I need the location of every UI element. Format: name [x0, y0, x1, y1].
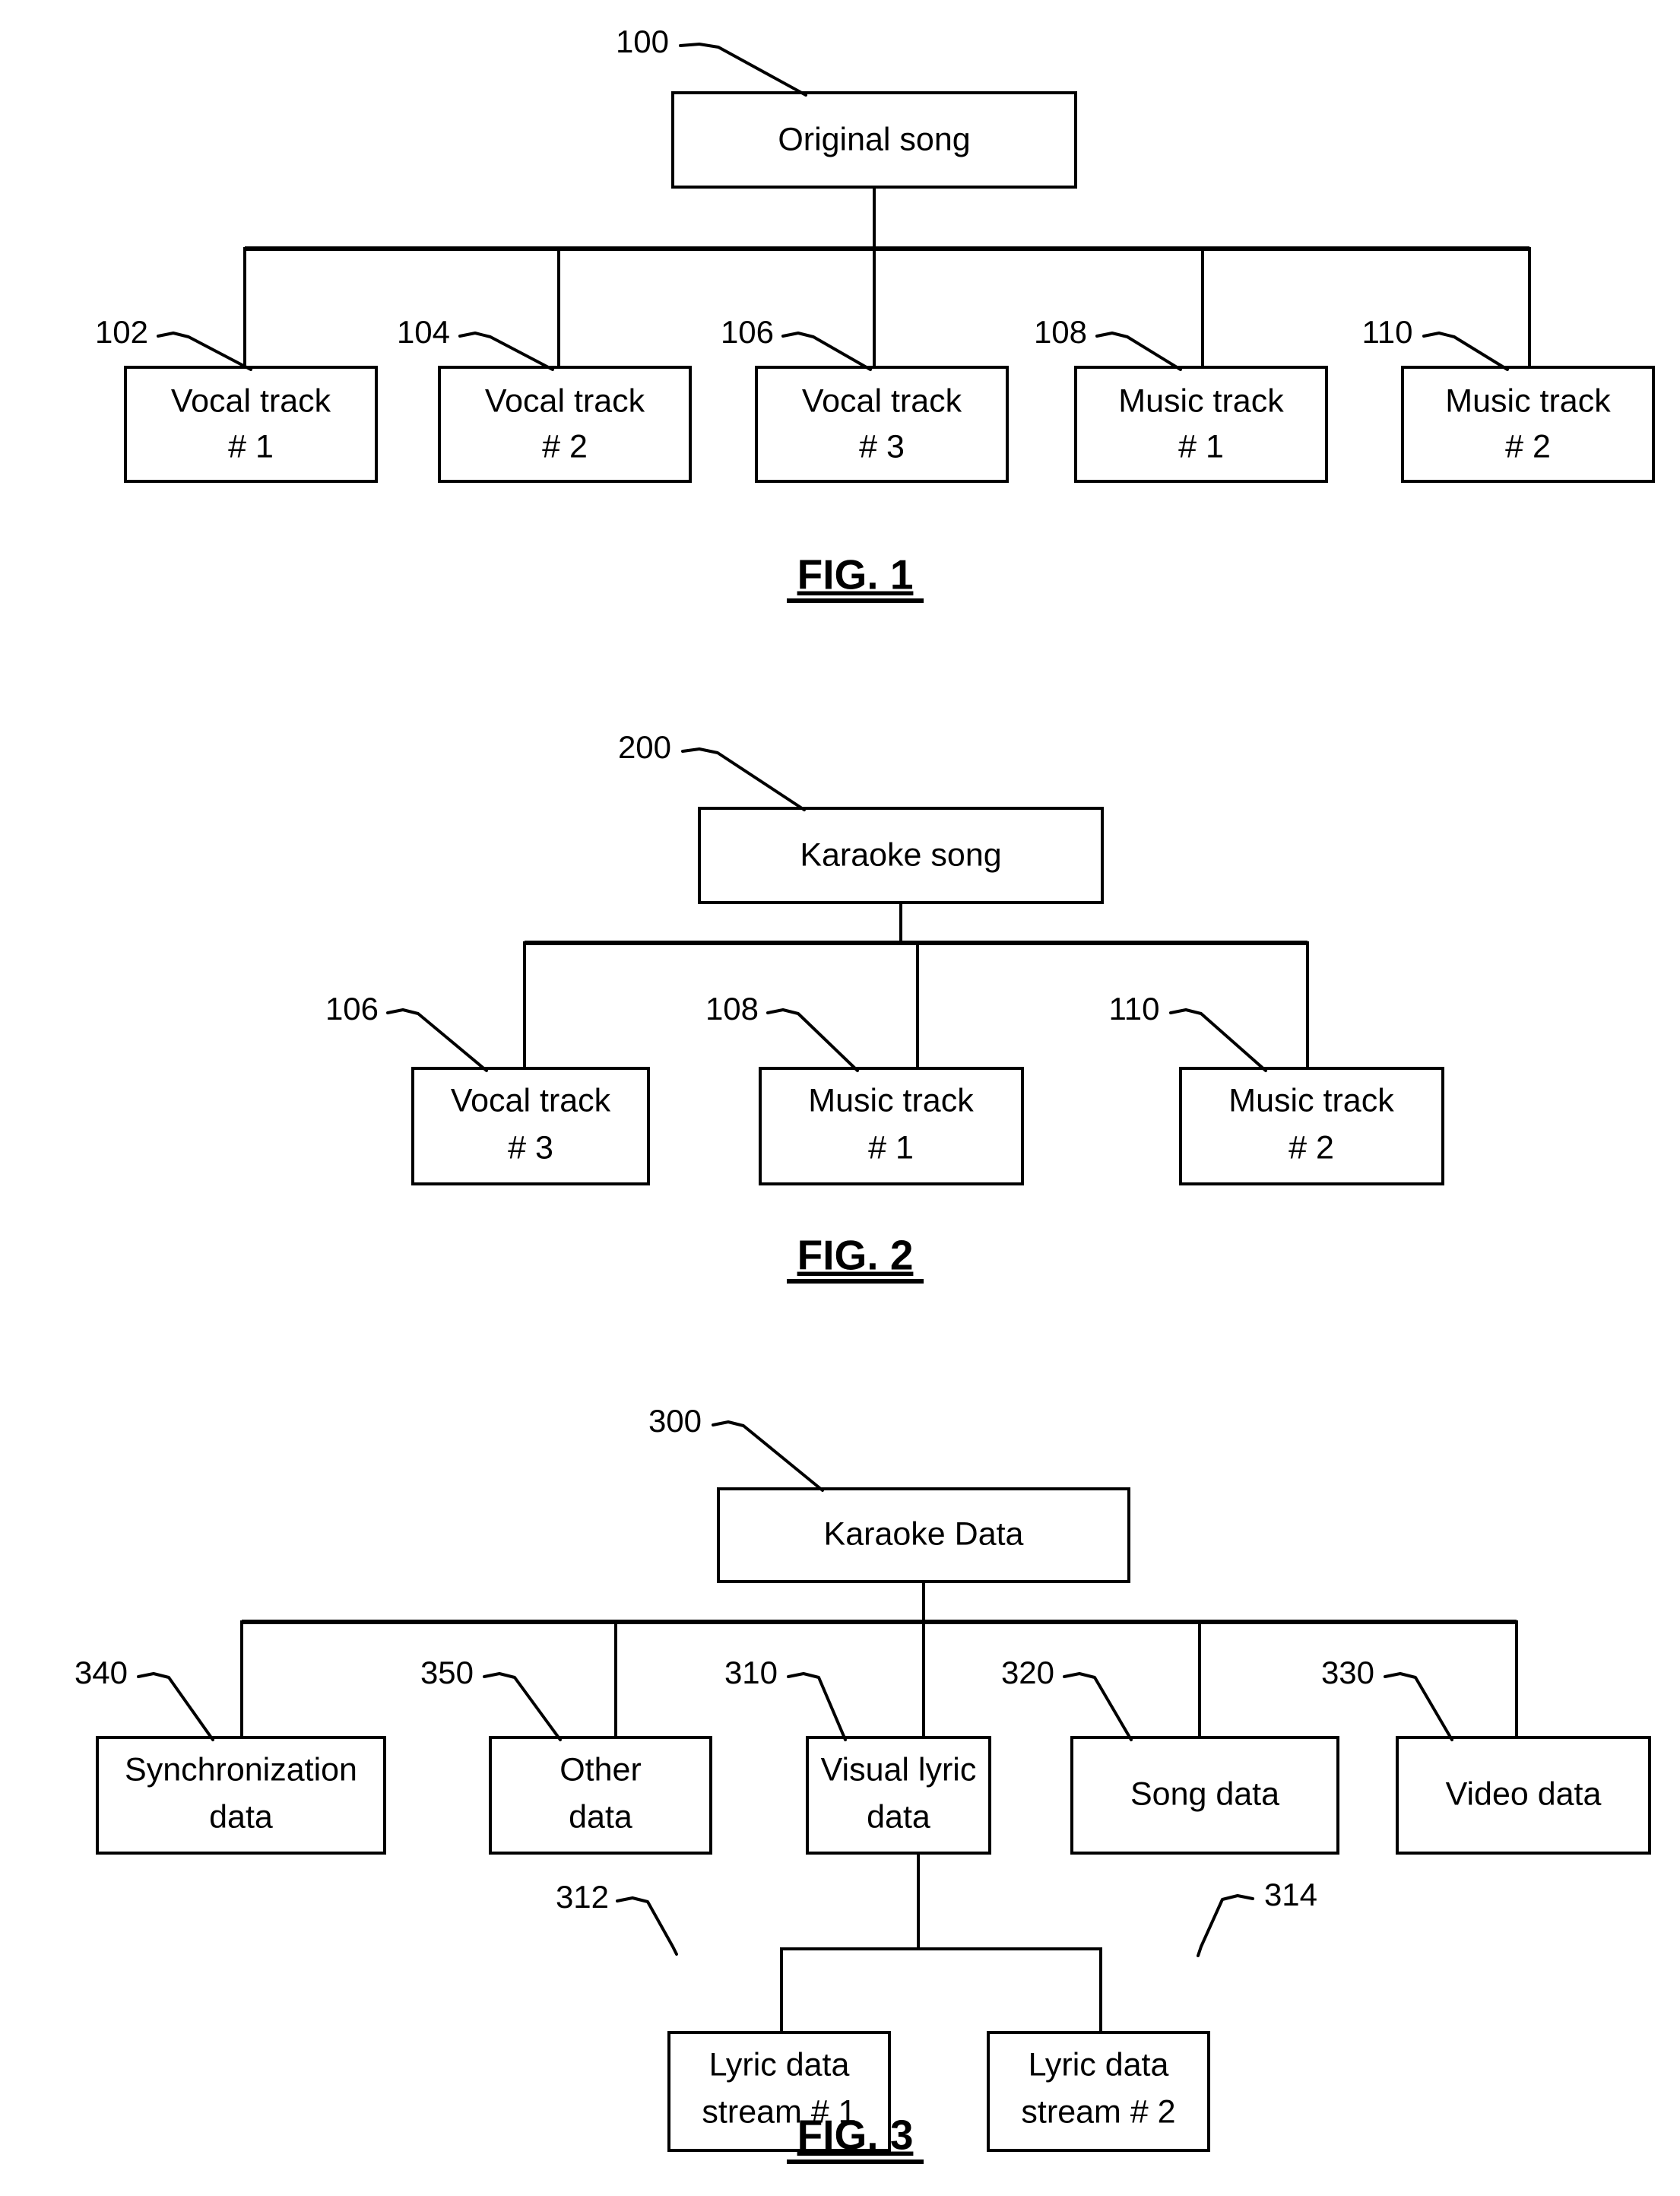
node-label-other-data-line1: Other — [559, 1751, 642, 1788]
fig1-child-104: Vocal track # 2 104 — [397, 314, 692, 483]
fig1-child-110: Music track # 2 110 — [1362, 314, 1655, 483]
fig3-grandchild-314: Lyric data stream # 2 314 — [987, 1877, 1317, 2152]
fig1-root-node: Original song — [671, 91, 1077, 189]
ref-number-310: 310 — [724, 1655, 778, 1690]
ref-number-106: 106 — [721, 314, 774, 350]
node-label-song-data: Song data — [1130, 1776, 1279, 1812]
leader-line-320 — [1063, 1672, 1133, 1741]
ref-number-110: 110 — [1362, 314, 1413, 350]
node-label-music-track-2-line1: Music track — [1445, 382, 1611, 419]
leader-line-fig2-106 — [386, 1008, 488, 1072]
leader-line-312 — [616, 1896, 678, 1956]
fig3-caption: FIG. 3 — [787, 2112, 924, 2164]
leader-line-200 — [681, 747, 806, 811]
node-label-original-song: Original song — [778, 121, 970, 157]
node-label-other-data-line2: data — [569, 1798, 632, 1835]
fig3-child-320: Song data 320 — [1001, 1655, 1339, 1855]
node-label-vocal-track-1-line1: Vocal track — [171, 382, 331, 419]
leader-line-340 — [137, 1672, 214, 1741]
node-label-video-data: Video data — [1446, 1776, 1602, 1812]
leader-line-108 — [1095, 332, 1182, 371]
node-label-fig2-music-track-1-line1: Music track — [808, 1082, 974, 1119]
leader-line-102 — [157, 332, 252, 371]
node-label-fig2-music-track-2-line2: # 2 — [1289, 1129, 1334, 1166]
ref-number-102: 102 — [95, 314, 148, 350]
ref-number-340: 340 — [74, 1655, 128, 1690]
fig2-caption: FIG. 2 — [787, 1232, 924, 1284]
fig3-child-340: Synchronization data 340 — [74, 1655, 386, 1855]
leader-line-106 — [781, 332, 872, 371]
leader-line-310 — [787, 1672, 847, 1741]
fig3-child-350: Other data 350 — [420, 1655, 712, 1855]
ref-number-200: 200 — [618, 729, 671, 765]
ref-number-108: 108 — [1034, 314, 1087, 350]
ref-number-fig2-110: 110 — [1109, 991, 1160, 1027]
leader-line-fig2-110 — [1169, 1008, 1267, 1072]
node-label-lyric-data-stream-2-line2: stream # 2 — [1021, 2093, 1175, 2130]
node-label-fig2-vocal-track-3-line1: Vocal track — [451, 1082, 611, 1119]
node-label-visual-lyric-data-line1: Visual lyric — [821, 1751, 977, 1788]
node-label-music-track-1-line1: Music track — [1118, 382, 1284, 419]
ref-number-300: 300 — [648, 1403, 702, 1439]
figure-1: Original song 100 Vocal track # 1 102 Vo… — [95, 24, 1655, 603]
fig1-leader-100: 100 — [616, 24, 807, 97]
node-label-synchronization-data-line2: data — [209, 1798, 273, 1835]
fig2-connectors — [523, 901, 1309, 1070]
leader-line-100 — [679, 43, 807, 97]
node-label-vocal-track-2-line2: # 2 — [542, 428, 588, 465]
fig3-root-node: Karaoke Data 300 — [648, 1403, 1130, 1583]
leader-line-fig2-108 — [766, 1008, 859, 1072]
node-label-lyric-data-stream-1-line1: Lyric data — [709, 2046, 850, 2083]
fig2-root-node: Karaoke song 200 — [618, 729, 1104, 904]
node-label-music-track-2-line2: # 2 — [1505, 428, 1551, 465]
leader-line-314 — [1197, 1894, 1254, 1957]
ref-number-fig2-106: 106 — [325, 991, 379, 1027]
fig1-caption: FIG. 1 — [787, 551, 924, 603]
ref-number-314: 314 — [1264, 1877, 1317, 1912]
fig3-child-330: Video data 330 — [1321, 1655, 1651, 1855]
node-label-vocal-track-3-line2: # 3 — [859, 428, 905, 465]
leader-line-350 — [483, 1672, 562, 1741]
fig3-grandchild-312: Lyric data stream # 1 312 — [556, 1879, 891, 2152]
ref-number-104: 104 — [397, 314, 450, 350]
diagram-canvas: Original song 100 Vocal track # 1 102 Vo… — [74, 24, 1655, 2164]
leader-line-330 — [1384, 1672, 1453, 1741]
fig2-child-110: Music track # 2 110 — [1109, 991, 1444, 1185]
node-label-fig2-music-track-2-line1: Music track — [1228, 1082, 1394, 1119]
node-label-karaoke-data: Karaoke Data — [824, 1515, 1024, 1552]
patent-figure-sheet: Original song 100 Vocal track # 1 102 Vo… — [0, 0, 1680, 2196]
node-label-vocal-track-2-line1: Vocal track — [485, 382, 645, 419]
figure-caption-1: FIG. 1 — [797, 551, 914, 598]
ref-number-350: 350 — [420, 1655, 474, 1690]
node-label-fig2-vocal-track-3-line2: # 3 — [508, 1129, 553, 1166]
leader-line-110 — [1422, 332, 1509, 371]
ref-number-312: 312 — [556, 1879, 609, 1915]
fig1-child-106: Vocal track # 3 106 — [721, 314, 1009, 483]
node-label-vocal-track-3-line1: Vocal track — [802, 382, 962, 419]
figure-3: Karaoke Data 300 Synchronization data 34… — [74, 1403, 1651, 2164]
leader-line-300 — [712, 1420, 824, 1492]
figure-caption-3: FIG. 3 — [797, 2112, 914, 2159]
node-label-vocal-track-1-line2: # 1 — [228, 428, 274, 465]
fig2-child-106: Vocal track # 3 106 — [325, 991, 650, 1185]
fig1-child-108: Music track # 1 108 — [1034, 314, 1328, 483]
node-label-synchronization-data-line1: Synchronization — [125, 1751, 357, 1788]
ref-number-fig2-108: 108 — [705, 991, 759, 1027]
fig2-child-108: Music track # 1 108 — [705, 991, 1024, 1185]
ref-number-320: 320 — [1001, 1655, 1054, 1690]
node-label-lyric-data-stream-2-line1: Lyric data — [1029, 2046, 1169, 2083]
leader-line-104 — [458, 332, 554, 371]
fig1-child-102: Vocal track # 1 102 — [95, 314, 378, 483]
ref-number-100: 100 — [616, 24, 669, 59]
figure-2: Karaoke song 200 Vocal track # 3 106 Mus… — [325, 729, 1444, 1284]
fig3-child-310: Visual lyric data 310 — [724, 1655, 991, 1855]
ref-number-330: 330 — [1321, 1655, 1374, 1690]
node-label-fig2-music-track-1-line2: # 1 — [868, 1129, 914, 1166]
figure-caption-2: FIG. 2 — [797, 1232, 914, 1279]
fig3-sub-connectors — [780, 1852, 1102, 2034]
node-label-music-track-1-line2: # 1 — [1178, 428, 1224, 465]
node-label-karaoke-song: Karaoke song — [800, 836, 1001, 873]
node-label-visual-lyric-data-line2: data — [867, 1798, 930, 1835]
